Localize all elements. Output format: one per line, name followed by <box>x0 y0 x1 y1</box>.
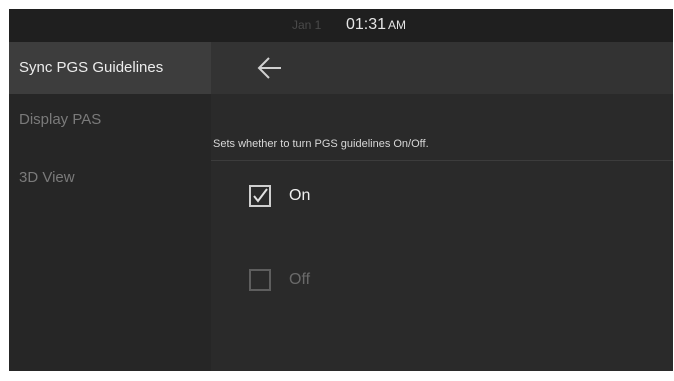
checkmark-icon <box>253 188 268 203</box>
option-on[interactable]: On <box>249 181 310 211</box>
checkbox-off[interactable] <box>249 269 271 291</box>
sidebar-item-sync-pgs-guidelines[interactable]: Sync PGS Guidelines <box>9 42 211 94</box>
option-off[interactable]: Off <box>249 265 310 295</box>
option-off-label: Off <box>289 271 311 288</box>
arrow-left-icon <box>257 57 281 79</box>
divider <box>211 160 673 161</box>
status-clock: 01:31 AM <box>346 16 406 34</box>
sidebar-item-display-pas[interactable]: Display PAS <box>9 94 211 146</box>
panel-header <box>211 42 673 94</box>
back-button[interactable] <box>249 52 289 84</box>
status-date: Jan 1 <box>292 18 322 32</box>
status-ampm: AM <box>388 18 407 32</box>
head-unit-screen: Jan 1 01:31 AM Sync PGS Guidelines Displa… <box>9 9 673 371</box>
status-time: 01:31 <box>346 16 387 33</box>
sidebar: Sync PGS Guidelines Display PAS 3D View <box>9 42 211 371</box>
option-on-label: On <box>289 187 311 204</box>
sidebar-item-3d-view[interactable]: 3D View <box>9 152 211 204</box>
settings-panel: Sets whether to turn PGS guidelines On/O… <box>211 42 673 371</box>
status-bar: Jan 1 01:31 AM <box>9 9 673 42</box>
setting-description: Sets whether to turn PGS guidelines On/O… <box>213 138 429 150</box>
checkbox-on[interactable] <box>249 185 271 207</box>
